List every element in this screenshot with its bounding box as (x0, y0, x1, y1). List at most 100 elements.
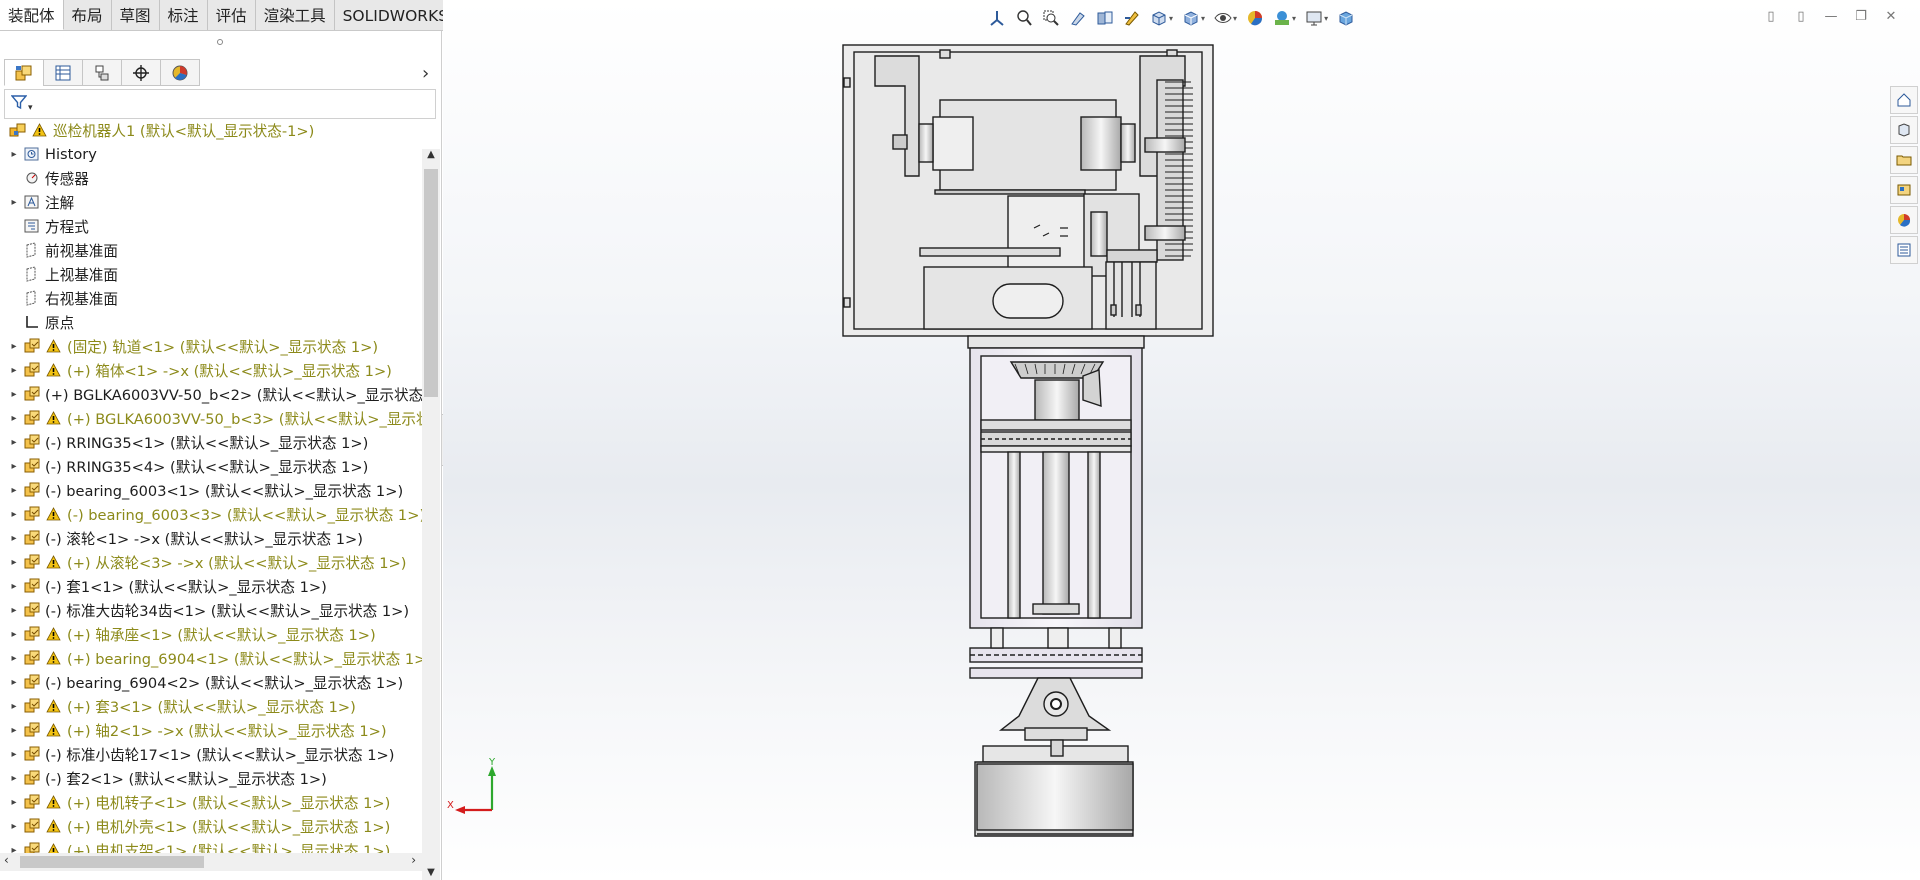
edit-appearance-icon[interactable] (1241, 7, 1268, 29)
file-explorer-icon[interactable] (1890, 146, 1918, 174)
tree-vertical-scrollbar[interactable]: ▲ ▼ (422, 149, 440, 880)
tab-5[interactable]: 渲染工具 (255, 0, 335, 30)
close-icon[interactable]: ✕ (1876, 6, 1906, 26)
expand-arrow-icon[interactable]: ▸ (7, 677, 21, 688)
expand-arrow-icon[interactable]: ▸ (7, 341, 21, 352)
tree-item[interactable]: ▸ (+) 从滚轮<3> ->x (默认<<默认>_显示状态 1>) (0, 550, 406, 574)
tree-item[interactable]: ▸ (-) RRING35<1> (默认<<默认>_显示状态 1>) (0, 430, 368, 454)
more-tabs-chevron-icon[interactable]: › (422, 63, 429, 84)
tree-item[interactable]: 传感器 (0, 166, 89, 190)
view-palette-icon[interactable] (1890, 176, 1918, 204)
horizontal-scroll-thumb[interactable] (20, 856, 204, 868)
tree-item[interactable]: ▸ (+) BGLKA6003VV-50_b<2> (默认<<默认>_显示状态 (0, 382, 422, 406)
tree-item[interactable]: ▸ (-) 套1<1> (默认<<默认>_显示状态 1>) (0, 574, 327, 598)
expand-arrow-icon[interactable]: ▸ (7, 605, 21, 616)
dropdown-caret-icon[interactable]: ▾ (1292, 14, 1296, 23)
tree-item[interactable]: ▸ (+) 套3<1> (默认<<默认>_显示状态 1>) (0, 694, 356, 718)
configuration-manager-tab-icon[interactable] (82, 59, 122, 86)
scroll-right-icon[interactable]: › (411, 853, 416, 867)
tab-4[interactable]: 评估 (207, 0, 256, 30)
expand-arrow-icon[interactable]: ▸ (7, 413, 21, 424)
filter-icon[interactable] (10, 94, 28, 114)
view-triad-icon[interactable] (983, 7, 1010, 29)
expand-arrow-icon[interactable]: ▸ (7, 509, 21, 520)
tile-left-icon[interactable]: ▯ (1756, 6, 1786, 26)
tree-item[interactable]: 上视基准面 (0, 262, 118, 286)
expand-arrow-icon[interactable]: ▸ (7, 461, 21, 472)
tree-item[interactable]: ▸ History (0, 142, 96, 166)
dimxpert-manager-tab-icon[interactable] (121, 59, 161, 86)
hide-show-items-icon[interactable] (1209, 7, 1236, 29)
expand-arrow-icon[interactable]: ▸ (7, 557, 21, 568)
tree-item[interactable]: 方程式 (0, 214, 89, 238)
view-orientation-icon[interactable] (1145, 7, 1172, 29)
feature-filter[interactable]: ▾ (4, 89, 436, 119)
property-manager-tab-icon[interactable] (43, 59, 83, 86)
filter-dropdown-icon[interactable]: ▾ (28, 103, 33, 113)
view-settings-icon[interactable] (1300, 7, 1327, 29)
expand-arrow-icon[interactable]: ▸ (7, 653, 21, 664)
tile-right-icon[interactable]: ▯ (1786, 6, 1816, 26)
custom-properties-icon[interactable] (1890, 236, 1918, 264)
dropdown-caret-icon[interactable]: ▾ (1201, 14, 1205, 23)
tab-2[interactable]: 草图 (111, 0, 160, 30)
scroll-down-icon[interactable]: ▼ (422, 867, 440, 880)
expand-arrow-icon[interactable]: ▸ (7, 797, 21, 808)
dynamic-annotation-icon[interactable] (1118, 7, 1145, 29)
display-manager-tab-icon[interactable] (160, 59, 200, 86)
tree-item[interactable]: ▸ (-) bearing_6003<1> (默认<<默认>_显示状态 1>) (0, 478, 403, 502)
tree-item[interactable]: 右视基准面 (0, 286, 118, 310)
minimize-icon[interactable]: — (1816, 6, 1846, 26)
tab-1[interactable]: 布局 (63, 0, 112, 30)
tab-3[interactable]: 标注 (159, 0, 208, 30)
tree-item[interactable]: 巡检机器人1 (默认<默认_显示状态-1>) (0, 118, 314, 142)
tree-item[interactable]: ▸ (-) RRING35<4> (默认<<默认>_显示状态 1>) (0, 454, 368, 478)
expand-arrow-icon[interactable]: ▸ (7, 365, 21, 376)
restore-icon[interactable]: ❐ (1846, 6, 1876, 26)
tree-item[interactable]: ▸ (-) 标准小齿轮17<1> (默认<<默认>_显示状态 1>) (0, 742, 394, 766)
tree-item[interactable]: ▸ (固定) 轨道<1> (默认<<默认>_显示状态 1>) (0, 334, 378, 358)
tree-item[interactable]: ▸ (-) 滚轮<1> ->x (默认<<默认>_显示状态 1>) (0, 526, 363, 550)
dropdown-caret-icon[interactable]: ▾ (1324, 14, 1328, 23)
dropdown-caret-icon[interactable]: ▾ (1169, 14, 1173, 23)
tree-item[interactable]: ▸ 注解 (0, 190, 74, 214)
tree-item[interactable]: 前视基准面 (0, 238, 118, 262)
expand-arrow-icon[interactable]: ▸ (7, 197, 21, 208)
robot-assembly-model[interactable] (443, 0, 1920, 880)
tree-item[interactable]: ▸ (+) bearing_6904<1> (默认<<默认>_显示状态 1> (0, 646, 422, 670)
expand-arrow-icon[interactable]: ▸ (7, 149, 21, 160)
expand-arrow-icon[interactable]: ▸ (7, 389, 21, 400)
tree-item[interactable]: ▸ (+) 电机转子<1> (默认<<默认>_显示状态 1>) (0, 790, 390, 814)
expand-arrow-icon[interactable]: ▸ (7, 485, 21, 496)
tree-item[interactable]: ▸ (-) bearing_6904<2> (默认<<默认>_显示状态 1>) (0, 670, 403, 694)
zoom-to-fit-icon[interactable] (1010, 7, 1037, 29)
vertical-scroll-thumb[interactable] (424, 169, 438, 397)
tab-0[interactable]: 装配体 (0, 0, 64, 30)
scroll-up-icon[interactable]: ▲ (422, 149, 440, 167)
scroll-left-icon[interactable]: ‹ (4, 853, 9, 867)
tree-item[interactable]: ▸ (+) 电机外壳<1> (默认<<默认>_显示状态 1>) (0, 814, 390, 838)
display-style-icon[interactable] (1177, 7, 1204, 29)
section-view-icon[interactable] (1091, 7, 1118, 29)
tree-item[interactable]: ▸ (-) 标准大齿轮34齿<1> (默认<<默认>_显示状态 1>) (0, 598, 409, 622)
expand-arrow-icon[interactable]: ▸ (7, 437, 21, 448)
tree-item[interactable]: ▸ (+) 轴承座<1> (默认<<默认>_显示状态 1>) (0, 622, 376, 646)
dropdown-caret-icon[interactable]: ▾ (1233, 14, 1237, 23)
apply-scene-icon[interactable] (1268, 7, 1295, 29)
expand-arrow-icon[interactable]: ▸ (7, 773, 21, 784)
previous-view-icon[interactable] (1064, 7, 1091, 29)
appearances-icon[interactable] (1890, 206, 1918, 234)
tree-item[interactable]: 原点 (0, 310, 74, 334)
home-icon[interactable] (1890, 86, 1918, 114)
expand-arrow-icon[interactable]: ▸ (7, 701, 21, 712)
tree-item[interactable]: ▸ (+) BGLKA6003VV-50_b<3> (默认<<默认>_显示状 (0, 406, 422, 430)
expand-arrow-icon[interactable]: ▸ (7, 725, 21, 736)
tree-item[interactable]: ▸ (-) bearing_6003<3> (默认<<默认>_显示状态 1>) (0, 502, 422, 526)
tree-item[interactable]: ▸ (+) 箱体<1> ->x (默认<<默认>_显示状态 1>) (0, 358, 392, 382)
expand-arrow-icon[interactable]: ▸ (7, 629, 21, 640)
expand-arrow-icon[interactable]: ▸ (7, 533, 21, 544)
design-library-icon[interactable] (1890, 116, 1918, 144)
zoom-to-area-icon[interactable] (1037, 7, 1064, 29)
expand-arrow-icon[interactable]: ▸ (7, 749, 21, 760)
tree-item[interactable]: ▸ (+) 轴2<1> ->x (默认<<默认>_显示状态 1>) (0, 718, 387, 742)
